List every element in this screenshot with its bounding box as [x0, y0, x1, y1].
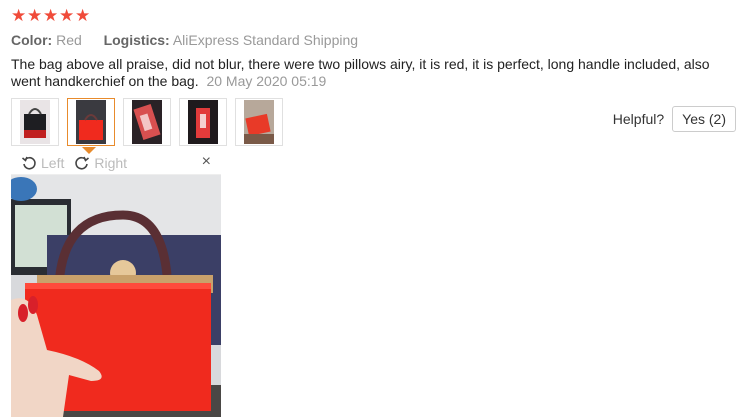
helpful-section: Helpful? Yes (2): [613, 106, 736, 132]
rotate-left-label: Left: [41, 155, 65, 171]
helpful-label: Helpful?: [612, 111, 665, 127]
star-icon: ★: [27, 6, 43, 25]
star-icon: ★: [59, 6, 75, 25]
rotate-right-button[interactable]: Right: [74, 155, 127, 171]
rotate-left-icon: [21, 156, 36, 170]
rating-stars: ★ ★ ★ ★ ★: [11, 7, 90, 25]
thumbnail-1[interactable]: [11, 98, 59, 146]
close-viewer-button[interactable]: ×: [202, 153, 211, 171]
rotate-right-label: Right: [94, 155, 128, 171]
photo-thumbnail-image: [188, 100, 218, 144]
review-body: The bag above all praise, did not blur, …: [11, 56, 731, 90]
review-meta: Color: Red Logistics: AliExpress Standar…: [11, 32, 358, 48]
review-date: 20 May 2020 05:19: [206, 73, 327, 89]
logistics-value: AliExpress Standard Shipping: [172, 32, 359, 48]
star-icon: ★: [75, 6, 91, 25]
photo-thumbnail-image: [244, 100, 274, 144]
thumbnail-3[interactable]: [123, 98, 171, 146]
color-label: Color:: [11, 32, 53, 48]
photo-thumbnail-image: [76, 100, 106, 144]
helpful-yes-button[interactable]: Yes (2): [672, 106, 736, 132]
review-text: The bag above all praise, did not blur, …: [11, 56, 710, 89]
thumbnail-2[interactable]: [67, 98, 115, 146]
photo-thumbnail-image: [132, 100, 162, 144]
photo-thumbnails: [11, 98, 283, 146]
thumbnail-4[interactable]: [179, 98, 227, 146]
photo-thumbnail-image: [20, 100, 50, 144]
star-icon: ★: [43, 6, 59, 25]
thumbnail-5[interactable]: [235, 98, 283, 146]
image-viewer-toolbar: Left Right ×: [11, 152, 221, 175]
color-value: Red: [56, 32, 82, 48]
enlarged-review-photo: [11, 175, 221, 417]
rotate-left-button[interactable]: Left: [21, 155, 64, 171]
rotate-right-icon: [75, 156, 90, 170]
star-icon: ★: [11, 6, 27, 25]
logistics-label: Logistics:: [103, 32, 170, 48]
